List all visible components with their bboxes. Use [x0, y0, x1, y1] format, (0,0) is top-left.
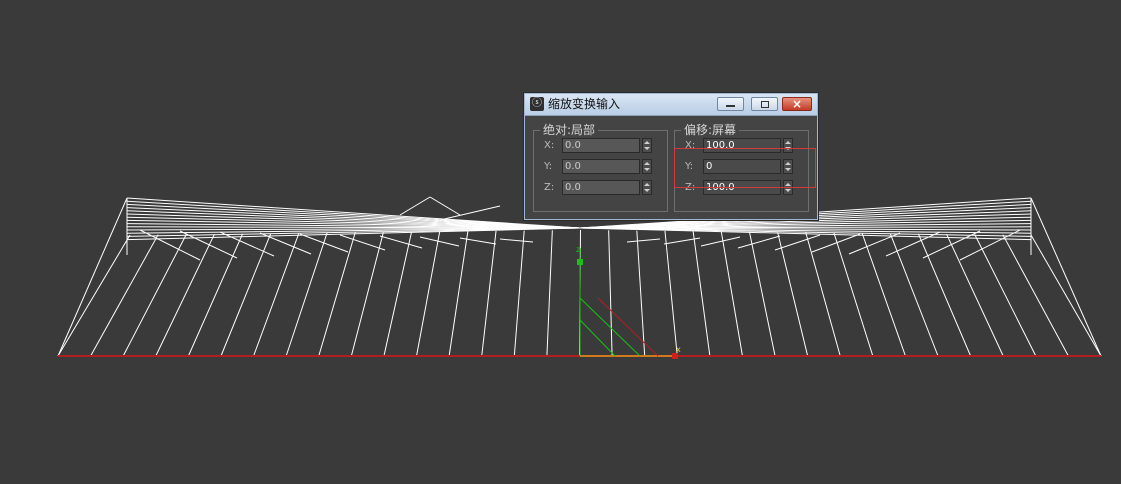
- wire-edge: [299, 233, 349, 253]
- wire-edge: [459, 237, 497, 245]
- group-title-offset: 偏移:屏幕: [681, 122, 740, 138]
- wire-edge: [700, 236, 741, 247]
- wire-edge: [777, 232, 809, 357]
- wireframe-canvas[interactable]: z x: [0, 0, 1121, 484]
- absolute-y-spinner[interactable]: [642, 159, 652, 174]
- wire-edge: [889, 233, 939, 357]
- wire-edge: [399, 196, 431, 216]
- wire-edge: [350, 232, 384, 357]
- wire-edge: [187, 233, 244, 357]
- dialog-title: 缩放变换输入: [548, 97, 621, 111]
- wire-edge: [774, 234, 821, 251]
- wire-edge: [1002, 234, 1069, 357]
- wire-edge: [720, 231, 743, 357]
- wire-edge: [917, 233, 972, 357]
- wire-edge: [833, 232, 874, 357]
- gizmo-axis-label: z: [576, 245, 580, 254]
- wire-edge: [546, 230, 553, 357]
- absolute-local-group: 绝对:局部 X: 0.0 Y: 0.0 Z: 0.0: [533, 122, 668, 212]
- absolute-y-input[interactable]: 0.0: [562, 159, 640, 174]
- label-x: X:: [544, 140, 555, 151]
- wire-edge: [57, 234, 131, 357]
- absolute-z-spinner[interactable]: [642, 180, 652, 195]
- offset-y-spinner[interactable]: [783, 159, 793, 174]
- wire-edge: [122, 234, 187, 357]
- wire-edge: [861, 232, 906, 357]
- wire-edge: [499, 238, 534, 243]
- 3d-viewport[interactable]: z x: [0, 0, 1121, 484]
- offset-x-spinner[interactable]: [783, 138, 793, 153]
- wire-edge: [737, 235, 781, 249]
- wire-edge: [513, 230, 525, 357]
- wire-edge: [1030, 234, 1102, 357]
- scale-transform-dialog: ⓢ 缩放变换输入 × 绝对:局部 X: 0.0 Y: 0.0 Z: 0.0 偏移…: [524, 93, 818, 220]
- absolute-x-input[interactable]: 0.0: [562, 138, 640, 153]
- label-z: Z:: [544, 182, 555, 193]
- wire-edge: [692, 231, 711, 357]
- wire-edge: [57, 197, 128, 357]
- close-icon: ×: [791, 97, 803, 111]
- offset-z-spinner[interactable]: [783, 180, 793, 195]
- wire-edge: [339, 234, 386, 251]
- minimize-button[interactable]: [717, 97, 744, 111]
- label-z: Z:: [685, 182, 696, 193]
- wire-edge: [90, 234, 159, 357]
- label-y: Y:: [544, 161, 553, 172]
- label-x: X:: [685, 140, 696, 151]
- wire-edge: [805, 232, 841, 357]
- wire-edge: [416, 231, 441, 357]
- offset-y-input[interactable]: 0: [703, 159, 781, 174]
- wire-edge: [318, 232, 356, 357]
- wire-edge: [220, 233, 272, 357]
- absolute-z-input[interactable]: 0.0: [562, 180, 640, 195]
- absolute-x-spinner[interactable]: [642, 138, 652, 153]
- maximize-button[interactable]: [751, 97, 778, 111]
- offset-screen-group: 偏移:屏幕 X: 100.0 Y: 0 Z: 100.0: [674, 122, 809, 212]
- wire-edge: [811, 233, 861, 253]
- wire-edge: [429, 196, 461, 216]
- wire-edge: [974, 234, 1037, 357]
- dialog-titlebar[interactable]: ⓢ 缩放变换输入 ×: [525, 94, 817, 116]
- wire-edge: [748, 231, 776, 357]
- wire-edge: [379, 235, 423, 249]
- wire-edge: [448, 231, 469, 357]
- transform-gizmo[interactable]: z x: [576, 245, 681, 359]
- wire-edge: [419, 236, 460, 247]
- wire-edge: [481, 230, 497, 357]
- close-button[interactable]: ×: [782, 97, 812, 111]
- wire-edge: [626, 238, 661, 243]
- wire-edge: [383, 231, 413, 357]
- wire-edge: [608, 230, 613, 357]
- label-y: Y:: [685, 161, 694, 172]
- 3dsmax-logo-icon: ⓢ: [530, 97, 544, 111]
- wire-edge: [1030, 197, 1102, 357]
- wire-edge: [959, 229, 1021, 261]
- wire-edge: [139, 229, 201, 261]
- wire-edge: [259, 232, 312, 255]
- wire-edge: [664, 230, 678, 357]
- offset-x-input[interactable]: 100.0: [703, 138, 781, 153]
- offset-z-input[interactable]: 100.0: [703, 180, 781, 195]
- svg-text:x: x: [676, 345, 681, 354]
- wire-edge: [848, 232, 901, 255]
- group-title-absolute: 绝对:局部: [540, 122, 599, 138]
